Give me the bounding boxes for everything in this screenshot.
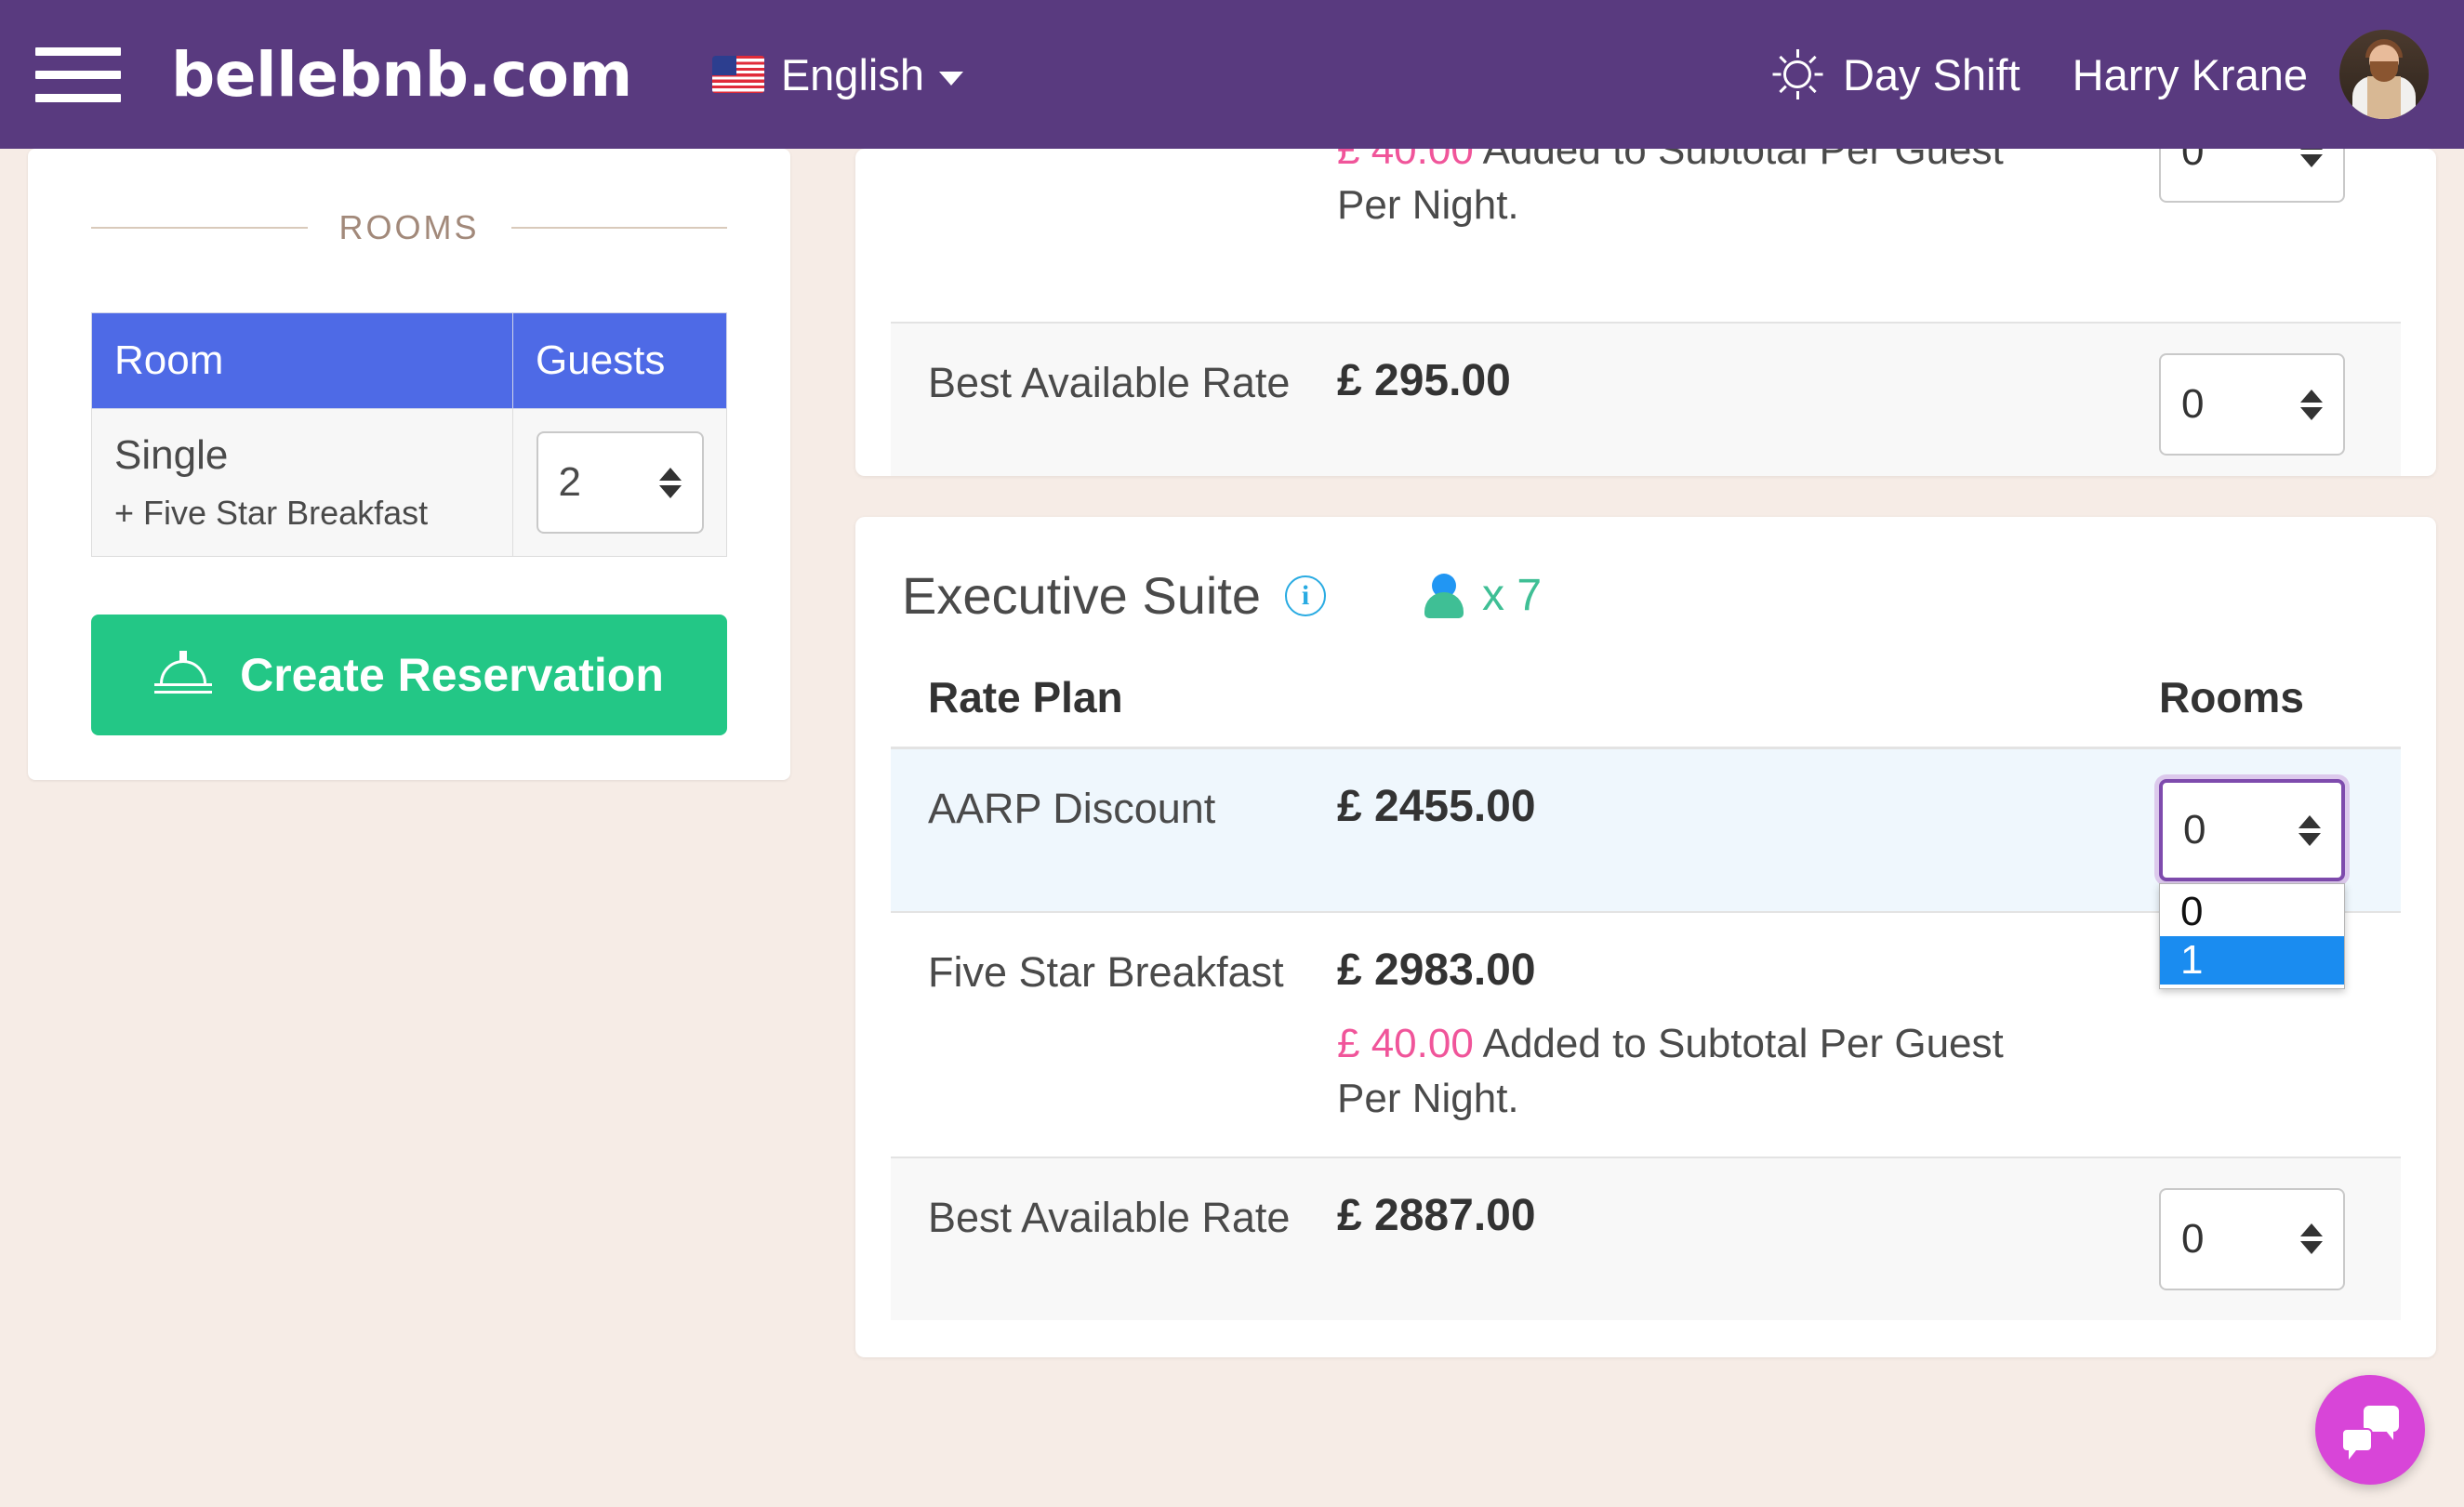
hamburger-menu-icon[interactable]: [35, 46, 121, 102]
concierge-bell-icon: [154, 651, 213, 699]
occupancy-indicator: x 7: [1419, 570, 1542, 621]
reservation-sidebar: ROOMS Room Guests Single + Five Star Bre…: [28, 149, 790, 780]
hamburger-bar: [35, 46, 121, 56]
column-header-rate-plan: Rate Plan: [928, 673, 1123, 721]
info-circle-icon[interactable]: i: [1284, 575, 1326, 616]
rate-plan-rooms-cell: 0 0 1: [2159, 779, 2364, 989]
room-name: Single: [114, 432, 229, 478]
rate-plan-name: Best Available Rate: [928, 359, 1291, 406]
clipped-rate-row: £ 40.00 Added to Subtotal Per Guest Per …: [891, 149, 2401, 263]
rate-plan-note-price: £ 40.00: [1337, 149, 1474, 173]
page-body: ROOMS Room Guests Single + Five Star Bre…: [0, 149, 2464, 1507]
table-row: Best Available Rate £ 2887.00 0: [891, 1156, 2401, 1320]
divider-line-left: [91, 227, 308, 229]
rate-plan-price-block: £ 2455.00: [1337, 779, 2159, 832]
previous-room-type-card: £ 40.00 Added to Subtotal Per Guest Per …: [855, 149, 2436, 476]
occupancy-count: x 7: [1481, 571, 1543, 620]
language-selector[interactable]: English: [711, 49, 963, 100]
selected-rooms-table: Room Guests Single + Five Star Breakfast…: [91, 312, 727, 557]
guests-value: 2: [558, 459, 581, 505]
room-type-title: Executive Suite: [902, 566, 1261, 625]
rate-plans-column: £ 40.00 Added to Subtotal Per Guest Per …: [855, 149, 2436, 1357]
rate-plan-price: £ 2455.00: [1337, 782, 1536, 831]
room-extra: + Five Star Breakfast: [114, 494, 429, 532]
rate-plan-rooms-cell: 0: [2159, 149, 2364, 203]
rooms-select-value: 0: [2183, 807, 2206, 853]
rate-plan-price: £ 2983.00: [1337, 945, 1536, 995]
rate-plan-rooms-cell: 0: [2159, 1187, 2364, 1290]
stepper-arrows-icon[interactable]: [2300, 1223, 2323, 1255]
stepper-arrows-icon[interactable]: [2298, 814, 2321, 846]
column-header-rooms: Rooms: [2159, 673, 2304, 721]
rooms-select[interactable]: 0: [2159, 779, 2345, 881]
rate-plan-note: £ 40.00 Added to Subtotal Per Guest Per …: [1337, 149, 2007, 233]
chat-bubbles-icon: [2341, 1406, 2399, 1460]
rooms-select[interactable]: 0: [2159, 149, 2345, 203]
hamburger-bar: [35, 70, 121, 79]
stepper-arrows-icon[interactable]: [2300, 389, 2323, 420]
guests-cell: 2: [512, 408, 727, 557]
top-navbar: bellebnb.com English Day Shift Harry Kra…: [0, 0, 2464, 149]
rooms-select-value: 0: [2181, 1215, 2205, 1262]
rate-row: Best Available Rate £ 295.00 0: [891, 322, 2401, 476]
best-available-rate-row-wrapper: Best Available Rate £ 295.00 0: [891, 322, 2401, 476]
person-icon: [1419, 572, 1469, 620]
chevron-down-icon: [938, 71, 963, 86]
divider-line-right: [510, 227, 728, 229]
rate-plan-name: Five Star Breakfast: [928, 948, 1284, 996]
chat-button[interactable]: [2315, 1375, 2425, 1485]
rate-plan-price-block: £ 2983.00 £ 40.00 Added to Subtotal Per …: [1337, 943, 2159, 1127]
rooms-card: ROOMS Room Guests Single + Five Star Bre…: [28, 149, 790, 780]
user-name[interactable]: Harry Krane: [2073, 49, 2308, 100]
table-header-row: Room Guests: [91, 312, 727, 409]
rate-plan-price-block: £ 2887.00: [1337, 1188, 2159, 1241]
rooms-select-dropdown[interactable]: 0 1: [2159, 883, 2345, 989]
column-header-room: Room: [91, 312, 513, 409]
us-flag-icon: [711, 56, 764, 93]
create-reservation-button[interactable]: Create Reservation: [91, 615, 727, 735]
executive-suite-card: Executive Suite i x 7 Rate Plan Rooms AA…: [855, 517, 2436, 1357]
rate-plan-price: £ 295.00: [1337, 356, 1511, 405]
rate-plan-price: £ 2887.00: [1337, 1190, 1536, 1240]
stepper-arrows-icon[interactable]: [2300, 149, 2323, 167]
rate-plan-name: Best Available Rate: [928, 1193, 1291, 1241]
dropdown-option-1[interactable]: 1: [2160, 936, 2344, 985]
language-label: English: [780, 49, 924, 99]
rate-plan-price-block: £ 295.00: [1337, 353, 2159, 406]
room-type-header: Executive Suite i x 7: [891, 565, 2401, 626]
rate-plan-table-header: Rate Plan Rooms: [891, 626, 2401, 747]
shift-label: Day Shift: [1842, 49, 2020, 99]
rate-plan-rows: AARP Discount £ 2455.00 0 0 1 Five Star …: [891, 747, 2401, 1320]
navbar-right-group: Day Shift Harry Krane: [1772, 30, 2429, 119]
column-header-guests: Guests: [512, 312, 727, 409]
rooms-select[interactable]: 0: [2159, 1187, 2345, 1290]
guests-stepper[interactable]: 2: [536, 431, 704, 534]
table-row: Single + Five Star Breakfast 2: [91, 408, 727, 557]
day-shift-button[interactable]: Day Shift: [1772, 49, 2020, 100]
rooms-section-header: ROOMS: [91, 208, 728, 247]
avatar[interactable]: [2339, 30, 2429, 119]
sun-icon: [1772, 49, 1823, 99]
dropdown-option-0[interactable]: 0: [2160, 888, 2344, 936]
stepper-arrows-icon[interactable]: [658, 467, 682, 498]
rooms-select[interactable]: 0: [2159, 353, 2345, 456]
rate-plan-price-block: £ 40.00 Added to Subtotal Per Guest Per …: [1337, 149, 2159, 233]
hamburger-bar: [35, 93, 121, 102]
create-reservation-label: Create Reservation: [240, 649, 664, 701]
rate-plan-note-price: £ 40.00: [1337, 1021, 1474, 1066]
room-cell: Single + Five Star Breakfast: [91, 408, 513, 557]
rate-plan-note: £ 40.00 Added to Subtotal Per Guest Per …: [1337, 1016, 2007, 1127]
rate-row: £ 40.00 Added to Subtotal Per Guest Per …: [891, 149, 2401, 263]
rooms-select-value: 0: [2181, 149, 2205, 174]
table-row: AARP Discount £ 2455.00 0 0 1: [891, 749, 2401, 989]
brand-logo[interactable]: bellebnb.com: [171, 39, 632, 111]
rate-plan-name: AARP Discount: [928, 785, 1216, 832]
rooms-select-value: 0: [2181, 381, 2205, 427]
rate-plan-rooms-cell: 0: [2159, 353, 2364, 456]
rooms-section-title: ROOMS: [338, 208, 480, 246]
